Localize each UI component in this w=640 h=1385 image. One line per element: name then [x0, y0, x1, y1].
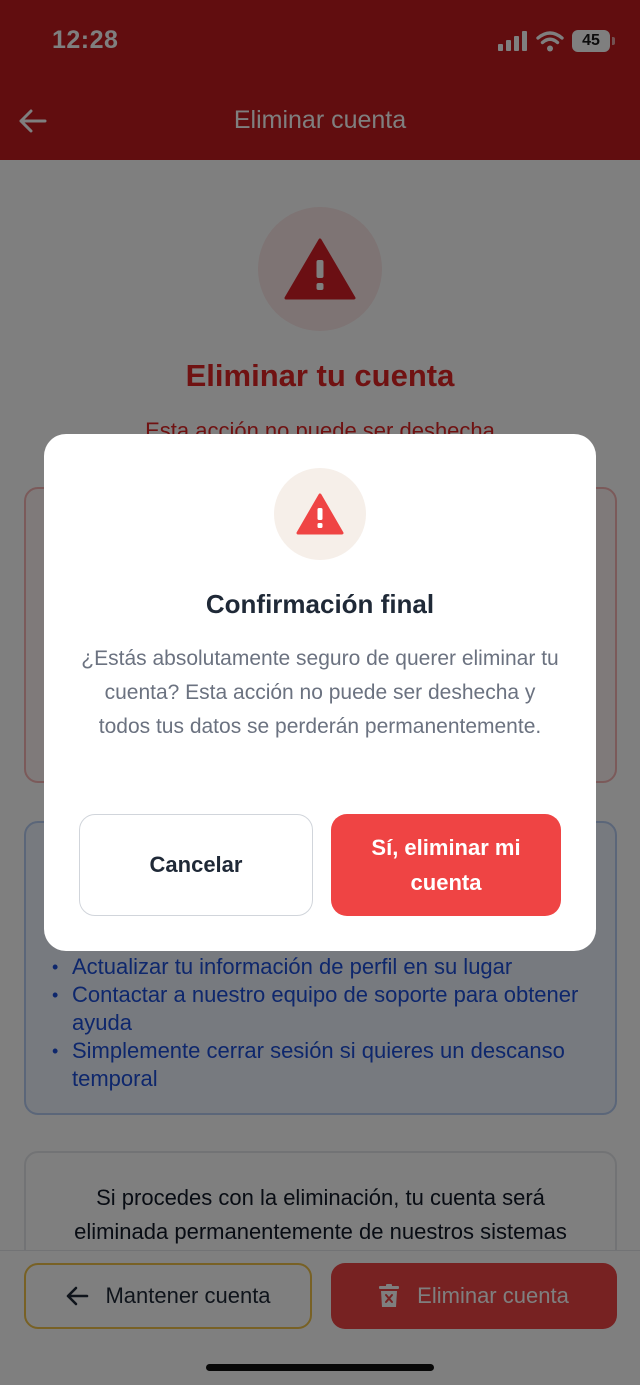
warning-triangle-icon — [296, 493, 344, 535]
confirmation-dialog: Confirmación final ¿Estás absolutamente … — [44, 434, 596, 951]
cancel-button[interactable]: Cancelar — [79, 814, 313, 916]
dialog-title: Confirmación final — [205, 589, 435, 619]
dialog-warning-badge — [274, 468, 366, 560]
dialog-message: ¿Estás absolutamente seguro de querer el… — [81, 647, 559, 738]
confirm-delete-button[interactable]: Sí, eliminar mi cuenta — [331, 814, 561, 916]
